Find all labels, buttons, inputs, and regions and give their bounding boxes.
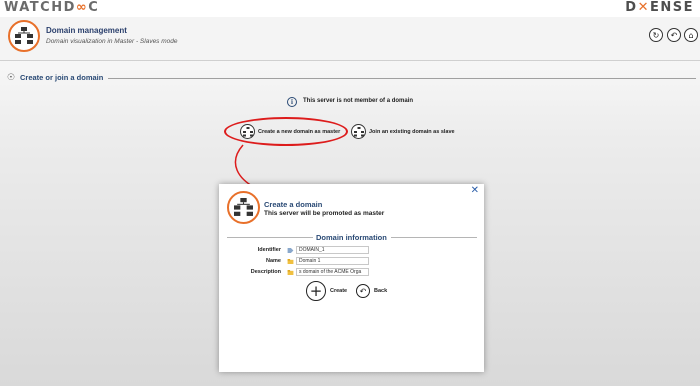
create-button-icon[interactable]: + (306, 281, 326, 301)
group-divider-right (391, 237, 477, 238)
folder-icon (287, 270, 294, 275)
dialog-title: Create a domain (264, 200, 323, 209)
group-divider-left (227, 237, 313, 238)
back-button[interactable]: Back (374, 288, 387, 294)
domain-icon (227, 191, 260, 224)
name-label: Name (266, 258, 281, 264)
create-domain-dialog: ✕ Create a domain This server will be pr… (219, 184, 484, 372)
description-label: Description (250, 269, 281, 275)
group-title: Domain information (316, 233, 387, 242)
description-field[interactable]: s domain of the ACME Orga (296, 268, 369, 276)
tag-icon (287, 248, 294, 253)
name-field[interactable]: Domain 1 (296, 257, 369, 265)
identifier-label: Identifier (257, 247, 281, 253)
folder-icon (287, 259, 294, 264)
close-icon[interactable]: ✕ (471, 185, 479, 196)
create-button[interactable]: Create (330, 288, 347, 294)
identifier-field[interactable]: DOMAIN_1 (296, 246, 369, 254)
dialog-subtitle: This server will be promoted as master (264, 210, 385, 217)
back-button-icon[interactable]: ↶ (356, 284, 370, 298)
